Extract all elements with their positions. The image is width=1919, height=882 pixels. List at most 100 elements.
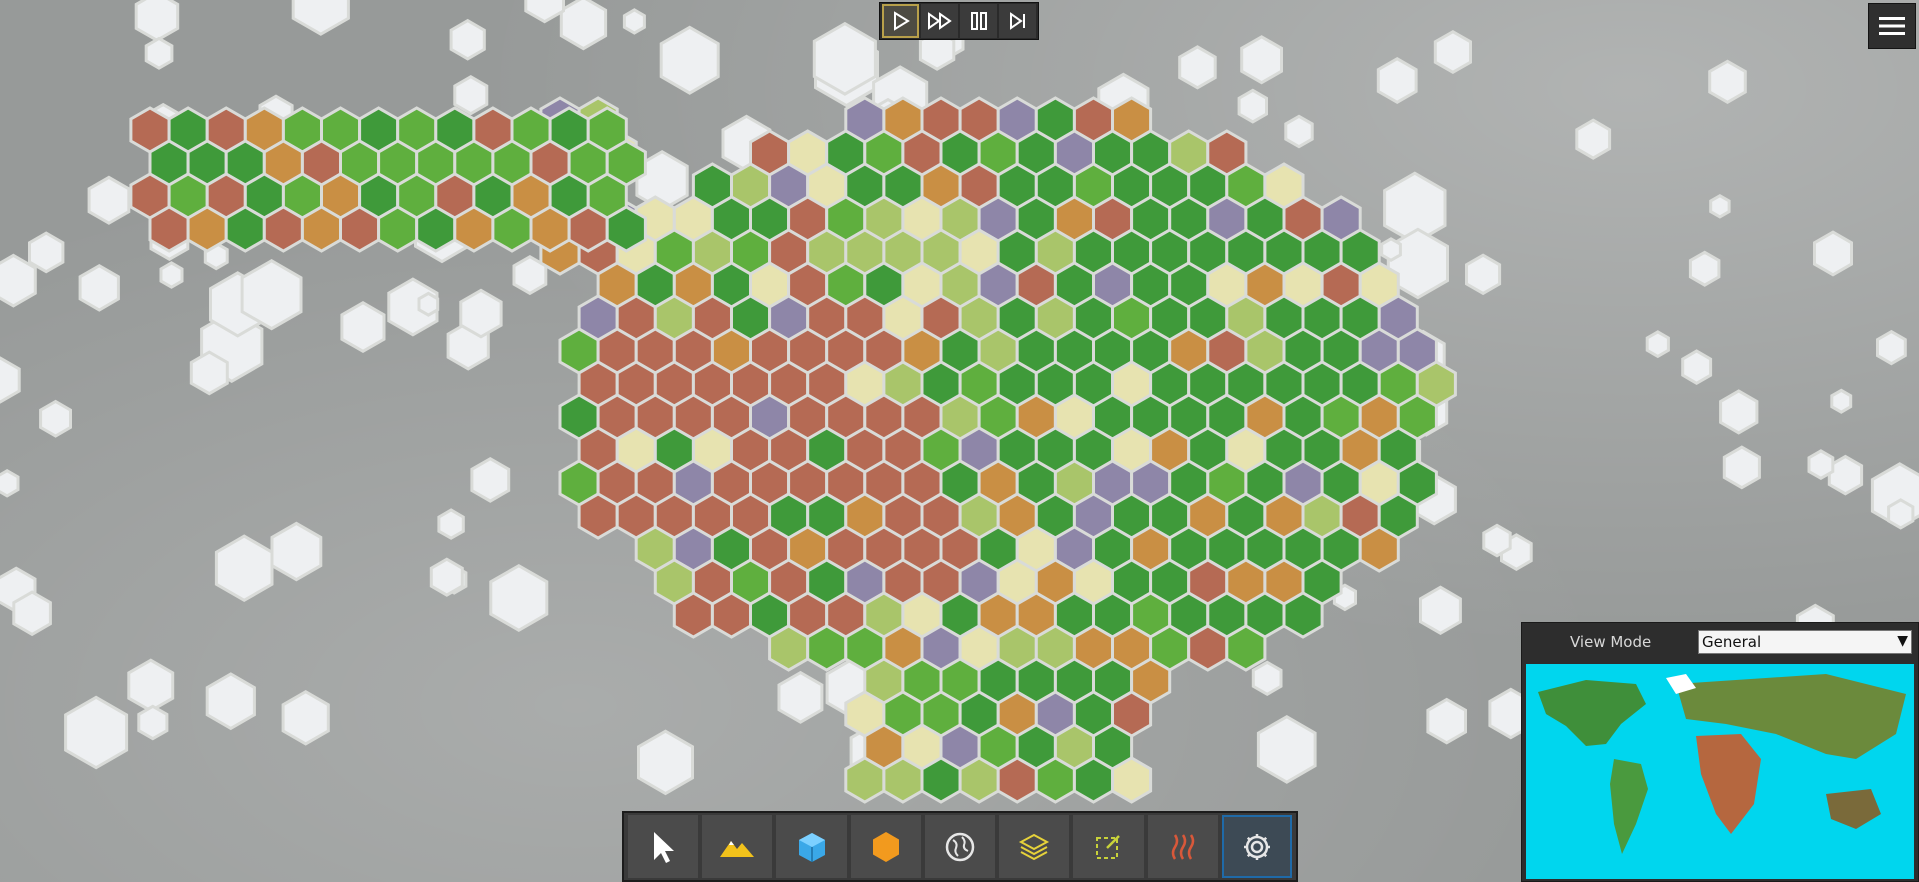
pause-button[interactable]: [960, 4, 997, 38]
terrain-hex-tile[interactable]: [920, 756, 962, 804]
terrain-hex-tile[interactable]: [1282, 591, 1324, 639]
terrain-hex-tile[interactable]: [605, 205, 647, 253]
snow-hex-tile[interactable]: [524, 0, 565, 24]
snow-hex-tile[interactable]: [637, 729, 694, 796]
snow-hex-tile[interactable]: [1433, 29, 1472, 75]
snow-hex-tile[interactable]: [417, 291, 440, 317]
snow-hex-tile[interactable]: [659, 25, 720, 95]
terrain-hex-tile[interactable]: [1225, 624, 1267, 672]
terrain-hex-tile[interactable]: [415, 205, 457, 253]
snow-hex-tile[interactable]: [1237, 88, 1268, 124]
snow-hex-tile[interactable]: [1178, 45, 1217, 90]
snow-hex-tile[interactable]: [459, 288, 503, 339]
snow-hex-tile[interactable]: [1251, 660, 1283, 697]
snow-hex-tile[interactable]: [205, 672, 256, 731]
terrain-hex-tile[interactable]: [1111, 756, 1153, 804]
settings-tool-button[interactable]: [1221, 815, 1293, 878]
snow-hex-tile[interactable]: [39, 399, 72, 438]
terrain-hex-tile[interactable]: [186, 205, 228, 253]
terrain-hex-tile[interactable]: [1034, 756, 1076, 804]
snow-hex-tile[interactable]: [144, 36, 174, 70]
snow-hex-tile[interactable]: [64, 695, 129, 770]
terrain-hex-tile[interactable]: [710, 591, 752, 639]
terrain-hex-tile[interactable]: [567, 205, 609, 253]
snow-hex-tile[interactable]: [1240, 35, 1283, 85]
select-tool-button[interactable]: [628, 815, 699, 878]
snow-hex-tile[interactable]: [214, 534, 274, 603]
terrain-hex-tile[interactable]: [1072, 756, 1114, 804]
fast-forward-button[interactable]: [921, 4, 958, 38]
heat-tool-button[interactable]: [1147, 815, 1218, 878]
snow-hex-tile[interactable]: [87, 175, 131, 225]
snow-hex-tile[interactable]: [0, 356, 21, 404]
snow-hex-tile[interactable]: [240, 258, 303, 331]
terrain-tool-button[interactable]: [702, 815, 773, 878]
snow-hex-tile[interactable]: [0, 468, 20, 498]
terrain-hex-tile[interactable]: [377, 205, 419, 253]
snow-hex-tile[interactable]: [437, 508, 465, 540]
snow-hex-tile[interactable]: [159, 261, 184, 289]
view-mode-dropdown[interactable]: General ▼: [1698, 630, 1912, 654]
terrain-hex-tile[interactable]: [1358, 525, 1400, 573]
terrain-hex-tile[interactable]: [224, 205, 266, 253]
snow-hex-tile[interactable]: [1645, 330, 1670, 359]
snow-hex-tile[interactable]: [429, 557, 464, 597]
snow-hex-tile[interactable]: [1722, 445, 1761, 490]
snow-hex-tile[interactable]: [449, 18, 486, 61]
globe-tool-button[interactable]: [924, 815, 996, 878]
snow-hex-tile[interactable]: [137, 704, 169, 741]
terrain-hex-tile[interactable]: [672, 591, 714, 639]
region-tool-button[interactable]: [1073, 815, 1144, 878]
terrain-hex-tile[interactable]: [577, 492, 619, 540]
snow-hex-tile[interactable]: [1876, 329, 1907, 366]
snow-hex-tile[interactable]: [453, 74, 489, 116]
terrain-hex-tile[interactable]: [996, 756, 1038, 804]
play-button[interactable]: [882, 4, 919, 38]
terrain-hex-tile[interactable]: [491, 205, 533, 253]
step-forward-button[interactable]: [999, 4, 1036, 38]
snow-hex-tile[interactable]: [1284, 114, 1314, 149]
snow-hex-tile[interactable]: [1380, 237, 1402, 263]
snow-hex-tile[interactable]: [559, 0, 608, 51]
snow-hex-tile[interactable]: [1419, 585, 1462, 636]
main-menu-button[interactable]: [1868, 3, 1916, 49]
snow-hex-tile[interactable]: [340, 300, 386, 354]
snow-hex-tile[interactable]: [281, 689, 330, 746]
snow-hex-tile[interactable]: [78, 263, 120, 312]
snow-hex-tile[interactable]: [1426, 697, 1467, 745]
snow-hex-tile[interactable]: [1688, 250, 1721, 287]
snow-hex-tile[interactable]: [1465, 253, 1502, 296]
snow-hex-tile[interactable]: [1709, 193, 1731, 219]
block-tool-button[interactable]: [776, 815, 847, 878]
layers-tool-button[interactable]: [999, 815, 1070, 878]
terrain-hex-tile[interactable]: [262, 205, 304, 253]
snow-hex-tile[interactable]: [134, 0, 180, 43]
snow-hex-tile[interactable]: [1256, 714, 1317, 784]
world-minimap[interactable]: [1526, 664, 1914, 879]
snow-hex-tile[interactable]: [270, 521, 323, 582]
snow-hex-tile[interactable]: [1813, 230, 1853, 277]
terrain-hex-tile[interactable]: [844, 756, 886, 804]
terrain-hex-tile[interactable]: [768, 624, 810, 672]
terrain-hex-tile[interactable]: [339, 205, 381, 253]
hex-tool-button[interactable]: [850, 815, 921, 878]
snow-hex-tile[interactable]: [1482, 523, 1512, 558]
snow-hex-tile[interactable]: [470, 456, 511, 503]
snow-hex-tile[interactable]: [1575, 118, 1612, 160]
terrain-hex-tile[interactable]: [453, 205, 495, 253]
terrain-hex-tile[interactable]: [882, 756, 924, 804]
terrain-hex-tile[interactable]: [148, 205, 190, 253]
terrain-hex-tile[interactable]: [300, 205, 342, 253]
snow-hex-tile[interactable]: [1719, 389, 1759, 435]
terrain-hex-tile[interactable]: [806, 624, 848, 672]
snow-hex-tile[interactable]: [1807, 449, 1835, 481]
snow-hex-tile[interactable]: [1681, 349, 1713, 386]
snow-hex-tile[interactable]: [1887, 498, 1915, 530]
snow-hex-tile[interactable]: [777, 670, 824, 724]
snow-hex-tile[interactable]: [1830, 388, 1853, 414]
snow-hex-tile[interactable]: [291, 0, 350, 36]
snow-hex-tile[interactable]: [489, 563, 549, 633]
snow-hex-tile[interactable]: [189, 350, 229, 396]
snow-hex-tile[interactable]: [1708, 59, 1747, 105]
snow-hex-tile[interactable]: [622, 8, 646, 35]
